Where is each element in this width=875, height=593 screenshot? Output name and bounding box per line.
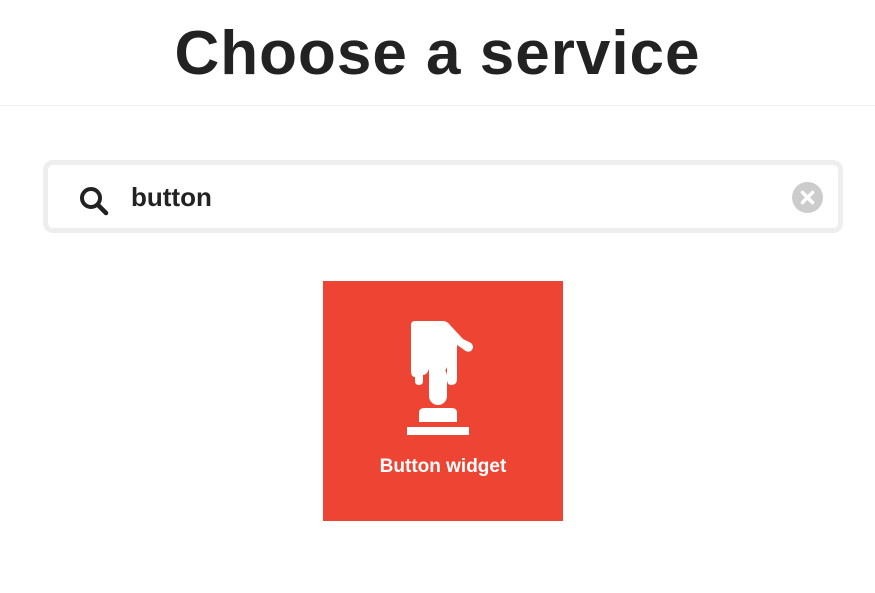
search-icon [80, 187, 109, 216]
page-header: Choose a service [0, 0, 875, 106]
service-tile-label: Button widget [379, 456, 507, 477]
search-input[interactable] [131, 177, 751, 217]
page-title: Choose a service [174, 19, 701, 88]
clear-icon[interactable] [792, 182, 823, 213]
button-press-icon [407, 321, 473, 435]
service-tile-button-widget[interactable]: Button widget [323, 281, 563, 521]
search-box[interactable] [43, 160, 843, 233]
